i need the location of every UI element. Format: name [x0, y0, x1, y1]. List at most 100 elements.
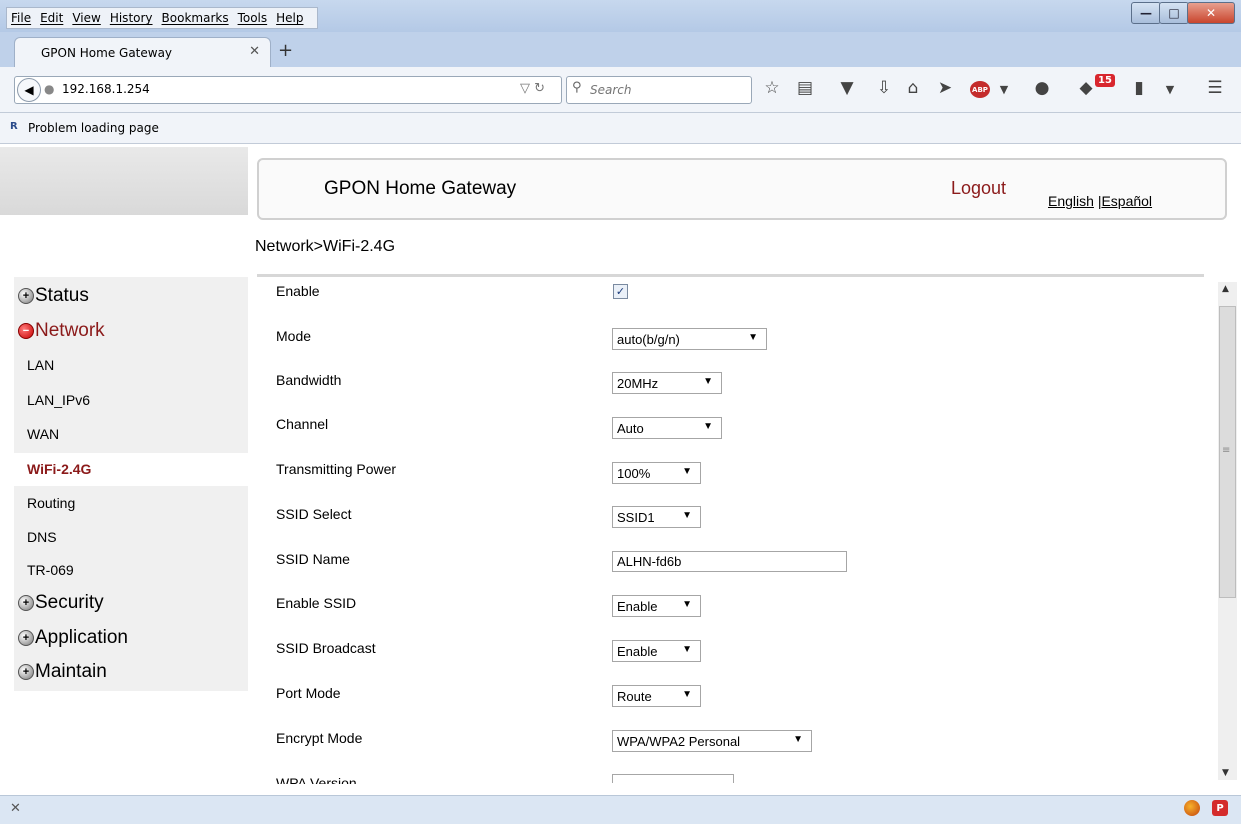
encrypt-mode-select[interactable]: WPA/WPA2 Personal ▼: [612, 730, 812, 752]
chevron-down-icon: ▼: [682, 644, 692, 655]
mode-label: Mode: [276, 328, 312, 344]
sidebar-item-lan-ipv6[interactable]: LAN_IPv6: [27, 392, 90, 408]
notification-badge: 15: [1095, 74, 1115, 87]
reading-list-icon[interactable]: ▤: [793, 78, 817, 98]
bandwidth-select[interactable]: 20MHz ▼: [612, 372, 722, 394]
menu-bar: File Edit View History Bookmarks Tools H…: [6, 7, 318, 29]
enable-checkbox[interactable]: ✓: [613, 284, 628, 299]
port-mode-label: Port Mode: [276, 685, 341, 701]
enable-ssid-select[interactable]: Enable ▼: [612, 595, 701, 617]
ssid-select-label: SSID Select: [276, 506, 352, 522]
search-input[interactable]: [588, 82, 742, 98]
sidebar-item-routing[interactable]: Routing: [27, 495, 75, 511]
ssid-broadcast-label: SSID Broadcast: [276, 640, 376, 656]
chevron-down-icon: ▼: [682, 466, 692, 477]
tab-title: GPON Home Gateway: [41, 46, 173, 60]
menu-view[interactable]: View: [72, 11, 100, 25]
maximize-button[interactable]: □: [1159, 2, 1189, 24]
chevron-down-icon: ▼: [682, 510, 692, 521]
chat-icon[interactable]: ●: [1030, 78, 1054, 98]
close-icon[interactable]: ✕: [10, 801, 21, 816]
scroll-up-icon[interactable]: ▲: [1222, 284, 1229, 294]
bookmark-item[interactable]: Problem loading page: [28, 121, 159, 135]
wpa-version-select[interactable]: [612, 774, 734, 783]
sidebar-header: [0, 147, 248, 215]
new-tab-icon[interactable]: +: [278, 40, 293, 61]
ssid-broadcast-value: Enable: [617, 643, 658, 659]
sidebar-group-label: Network: [35, 320, 105, 341]
ssid-name-input[interactable]: [612, 551, 847, 572]
plus-icon: +: [18, 630, 34, 646]
star-icon[interactable]: ☆: [760, 78, 784, 98]
lang-espanol-link[interactable]: Español: [1101, 193, 1152, 209]
browser-tab[interactable]: GPON Home Gateway ✕: [14, 37, 271, 68]
enable-ssid-label: Enable SSID: [276, 595, 357, 611]
chevron-down-icon: ▼: [682, 599, 692, 610]
logout-link[interactable]: Logout: [951, 178, 1006, 199]
minus-icon: −: [18, 323, 34, 339]
bookmarks-bar: [0, 113, 1241, 144]
search-icon: ⚲: [572, 80, 582, 95]
minimize-button[interactable]: —: [1131, 2, 1161, 24]
menu-help[interactable]: Help: [276, 11, 303, 25]
channel-label: Channel: [276, 416, 329, 432]
sidebar-item-dns[interactable]: DNS: [27, 529, 57, 545]
sidebar-group-label: Application: [35, 627, 128, 648]
menu-bookmarks[interactable]: Bookmarks: [162, 11, 229, 25]
sidebar-group-status[interactable]: + Status: [18, 285, 89, 307]
clipboard-icon[interactable]: ▮: [1127, 78, 1151, 98]
pocket-icon[interactable]: ▼: [835, 78, 859, 98]
tx-power-select[interactable]: 100% ▼: [612, 462, 701, 484]
content-divider: [257, 274, 1204, 277]
sidebar-group-network[interactable]: − Network: [18, 320, 105, 342]
tab-close-icon[interactable]: ✕: [249, 44, 260, 59]
sidebar-item-wifi-2-4g[interactable]: WiFi-2.4G: [27, 461, 91, 477]
adblock-dropdown-icon[interactable]: ▼: [992, 83, 1016, 96]
menu-icon[interactable]: ☰: [1203, 78, 1227, 98]
bandwidth-label: Bandwidth: [276, 372, 342, 388]
encrypt-mode-label: Encrypt Mode: [276, 730, 363, 746]
p-addon-icon[interactable]: P: [1212, 800, 1228, 816]
scroll-down-icon[interactable]: ▼: [1222, 768, 1229, 778]
menu-tools[interactable]: Tools: [238, 11, 268, 25]
encrypt-mode-value: WPA/WPA2 Personal: [617, 733, 741, 749]
url-text[interactable]: 192.168.1.254: [62, 82, 150, 96]
ssid-broadcast-select[interactable]: Enable ▼: [612, 640, 701, 662]
port-mode-value: Route: [617, 688, 652, 704]
rss-icon: R: [10, 121, 18, 132]
sidebar-group-label: Status: [35, 285, 89, 306]
firefox-icon[interactable]: [1184, 800, 1200, 816]
sidebar-group-maintain[interactable]: + Maintain: [18, 661, 107, 683]
breadcrumb: Network>WiFi-2.4G: [255, 238, 396, 255]
back-icon[interactable]: ◀: [17, 78, 41, 102]
send-icon[interactable]: ➤: [933, 78, 957, 98]
ssid-select[interactable]: SSID1 ▼: [612, 506, 701, 528]
download-icon[interactable]: ⇩: [872, 78, 896, 98]
close-window-button[interactable]: ✕: [1187, 2, 1235, 24]
site-info-icon[interactable]: ●: [44, 82, 54, 96]
menu-file[interactable]: File: [11, 11, 31, 25]
ssid-select-value: SSID1: [617, 509, 655, 525]
status-bar: [0, 795, 1241, 824]
scroll-grip-icon: ≡: [1222, 445, 1231, 456]
menu-edit[interactable]: Edit: [40, 11, 63, 25]
adblock-icon[interactable]: ABP: [970, 81, 990, 98]
bandwidth-value: 20MHz: [617, 375, 659, 391]
sidebar-item-wan[interactable]: WAN: [27, 426, 59, 442]
home-icon[interactable]: ⌂: [901, 78, 925, 98]
reload-icon[interactable]: ▽ ↻: [520, 81, 545, 96]
mode-select[interactable]: auto(b/g/n) ▼: [612, 328, 767, 350]
chevron-down-icon: ▼: [682, 689, 692, 700]
sidebar-group-label: Security: [35, 592, 104, 613]
enable-label: Enable: [276, 283, 320, 299]
sidebar-item-lan[interactable]: LAN: [27, 357, 54, 373]
toolbar-dropdown-icon[interactable]: ▼: [1158, 83, 1182, 96]
sidebar-item-tr-069[interactable]: TR-069: [27, 562, 74, 578]
plus-icon: +: [18, 288, 34, 304]
sidebar-group-application[interactable]: + Application: [18, 627, 128, 649]
channel-select[interactable]: Auto ▼: [612, 417, 722, 439]
menu-history[interactable]: History: [110, 11, 153, 25]
port-mode-select[interactable]: Route ▼: [612, 685, 701, 707]
lang-english-link[interactable]: English: [1048, 193, 1094, 209]
sidebar-group-security[interactable]: + Security: [18, 592, 104, 614]
